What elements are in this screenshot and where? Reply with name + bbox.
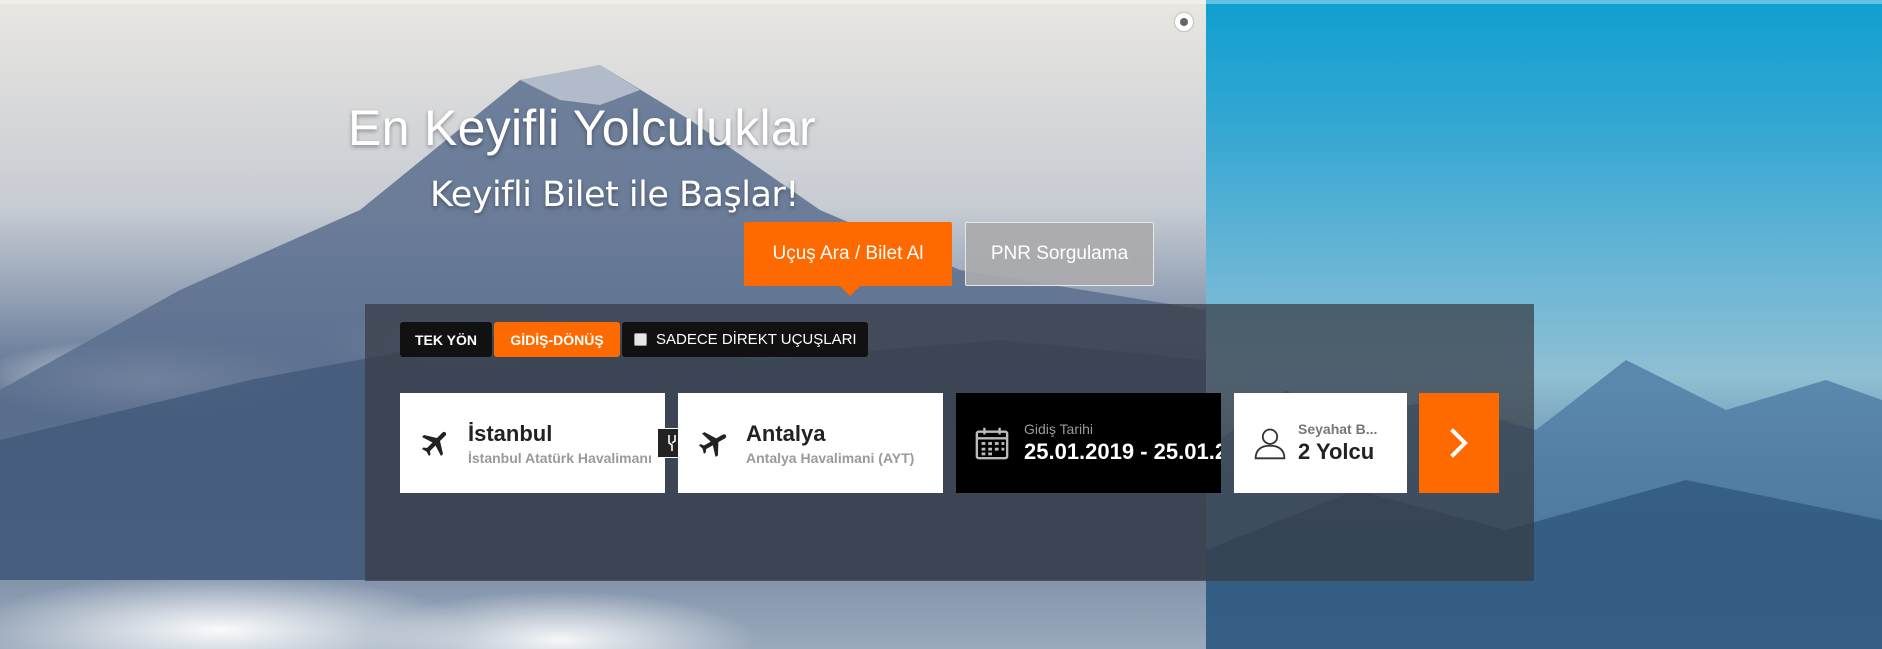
passenger-label: Seyahat B... — [1298, 421, 1378, 437]
destination-city: Antalya — [746, 420, 826, 446]
calendar-icon — [974, 425, 1010, 461]
origin-airport: İstanbul Atatürk Havalimanı — [468, 449, 652, 466]
direct-flights-checkbox[interactable] — [634, 333, 647, 346]
tab-pnr-lookup[interactable]: PNR Sorgulama — [965, 222, 1154, 286]
destination-field[interactable]: Antalya Antalya Havalimani (AYT) — [678, 393, 943, 493]
date-value: 25.01.2019 - 25.01.2019 — [1024, 439, 1221, 464]
plane-departure-icon — [418, 425, 454, 461]
round-trip-button[interactable]: GİDİŞ-DÖNÜŞ — [494, 322, 620, 357]
direct-flights-toggle[interactable]: SADECE DİREKT UÇUŞLARI — [622, 322, 868, 357]
tab-flight-search[interactable]: Uçuş Ara / Bilet Al — [744, 222, 952, 296]
date-field[interactable]: Gidiş Tarihi 25.01.2019 - 25.01.2019 — [956, 393, 1221, 493]
chevron-right-icon — [1450, 428, 1468, 458]
slider-dot-indicator[interactable] — [1175, 13, 1193, 31]
passenger-value: 2 Yolcu — [1298, 439, 1375, 464]
hero-subtitle: Keyifli Bilet ile Başlar! — [430, 175, 799, 215]
top-strip — [0, 0, 1882, 4]
passenger-field[interactable]: Seyahat B... 2 Yolcu — [1234, 393, 1407, 493]
one-way-button[interactable]: TEK YÖN — [400, 322, 492, 357]
search-button[interactable] — [1419, 393, 1499, 493]
date-label: Gidiş Tarihi — [1024, 421, 1093, 437]
user-icon — [1252, 425, 1288, 461]
origin-city: İstanbul — [468, 420, 553, 446]
plane-arrival-icon — [696, 425, 732, 461]
destination-airport: Antalya Havalimani (AYT) — [746, 449, 915, 466]
hero-title: En Keyifli Yolculuklar — [348, 100, 816, 156]
direct-flights-label: SADECE DİREKT UÇUŞLARI — [656, 331, 857, 348]
origin-field[interactable]: İstanbul İstanbul Atatürk Havalimanı — [400, 393, 665, 493]
